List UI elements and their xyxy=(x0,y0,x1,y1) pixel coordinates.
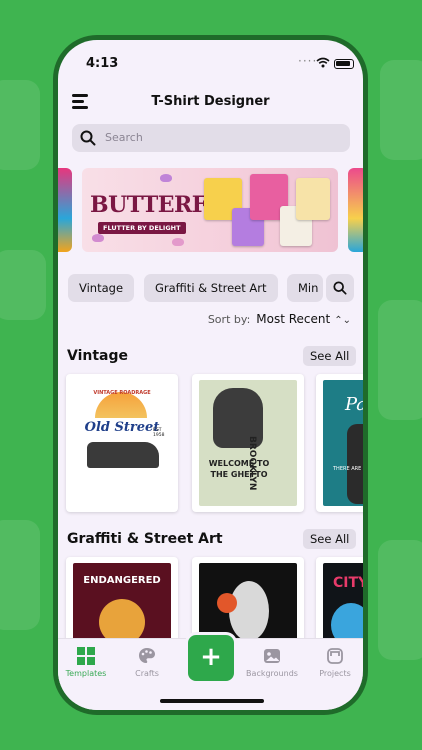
banner-previous[interactable] xyxy=(58,168,72,252)
featured-carousel[interactable]: BUTTERFLY FLUTTER BY DELIGHT xyxy=(58,168,363,252)
tab-label: Projects xyxy=(319,669,351,678)
featured-banner[interactable]: BUTTERFLY FLUTTER BY DELIGHT xyxy=(82,168,338,252)
template-card[interactable]: Pa THERE ARE xyxy=(316,374,363,512)
template-card[interactable]: VINTAGE ROADRAGE Old Street EST 1958 xyxy=(66,374,178,512)
see-all-button[interactable]: See All xyxy=(303,346,357,366)
tab-backgrounds[interactable]: Backgrounds xyxy=(242,647,302,678)
banner-next[interactable] xyxy=(348,168,363,252)
figure-graphic xyxy=(347,424,363,504)
wifi-icon xyxy=(316,57,330,68)
template-thumbnail: BROOKLYN WELCOME TO THE GHETTO xyxy=(199,380,297,506)
home-indicator xyxy=(160,699,264,703)
tab-crafts[interactable]: Crafts xyxy=(117,647,177,678)
search-placeholder: Search xyxy=(105,131,143,144)
tab-label: Crafts xyxy=(135,669,159,678)
page-title: T-Shirt Designer xyxy=(151,94,270,109)
image-icon xyxy=(264,649,280,663)
template-text-sub: EST 1958 xyxy=(153,428,165,438)
butterfly-icon xyxy=(92,234,104,242)
template-thumbnail: Pa THERE ARE xyxy=(323,380,363,506)
template-text-top: VINTAGE ROADRAGE xyxy=(93,390,151,396)
sort-value[interactable]: Most Recent xyxy=(256,312,330,326)
background-sticker xyxy=(0,520,40,630)
statue-graphic xyxy=(229,581,269,641)
template-thumbnail: VINTAGE ROADRAGE Old Street EST 1958 xyxy=(73,380,171,506)
background-sticker xyxy=(380,60,422,160)
template-row: VINTAGE ROADRAGE Old Street EST 1958 BRO… xyxy=(58,374,363,514)
butterfly-icon xyxy=(172,238,184,246)
battery-icon xyxy=(334,59,354,69)
projects-icon xyxy=(327,648,343,664)
tab-label: Templates xyxy=(65,669,107,678)
template-card[interactable]: BROOKLYN WELCOME TO THE GHETTO xyxy=(192,374,304,512)
sort-control[interactable]: Sort by: Most Recent ⌃⌄ xyxy=(208,312,351,326)
search-input[interactable]: Search xyxy=(72,124,350,152)
banner-shirt-preview xyxy=(296,178,330,220)
template-text-main: WELCOME TO THE GHETTO xyxy=(208,459,270,479)
background-sticker xyxy=(378,540,422,660)
tab-label: Backgrounds xyxy=(246,669,298,678)
search-icon xyxy=(80,130,96,146)
template-text-sub: THERE ARE xyxy=(333,466,362,472)
background-sticker xyxy=(378,300,422,420)
truck-graphic xyxy=(87,442,159,468)
background-sticker xyxy=(0,80,40,170)
background-sticker xyxy=(0,250,46,320)
paint-splash-graphic xyxy=(217,593,237,613)
tab-templates[interactable]: Templates xyxy=(58,647,116,678)
template-text-main: CITY xyxy=(333,575,363,591)
app-screen: 4:13 ···· T-Shirt Designer Search BUTTER… xyxy=(58,40,363,710)
tab-projects[interactable]: Projects xyxy=(305,647,363,678)
section-title: Vintage xyxy=(67,348,129,364)
status-time: 4:13 xyxy=(86,56,119,71)
chip-graffiti-street-art[interactable]: Graffiti & Street Art xyxy=(144,274,278,302)
grid-icon xyxy=(77,647,95,665)
phone-frame: 4:13 ···· T-Shirt Designer Search BUTTER… xyxy=(53,35,368,715)
template-text-main: Pa xyxy=(345,394,363,415)
template-text-main: ENDANGERED xyxy=(83,575,161,586)
banner-subtitle: FLUTTER BY DELIGHT xyxy=(98,222,186,234)
chip-vintage[interactable]: Vintage xyxy=(68,274,135,302)
signal-dots-icon: ···· xyxy=(298,54,318,68)
see-all-button[interactable]: See All xyxy=(303,529,357,549)
status-bar: 4:13 ···· xyxy=(58,54,363,74)
category-chips: Vintage Graffiti & Street Art Min xyxy=(68,274,358,302)
section-title: Graffiti & Street Art xyxy=(67,531,223,547)
search-icon xyxy=(333,281,347,295)
sort-label: Sort by: xyxy=(207,313,251,326)
butterfly-icon xyxy=(160,174,172,182)
chevron-updown-icon: ⌃⌄ xyxy=(334,315,351,326)
create-new-button[interactable]: + xyxy=(188,635,234,681)
chip-minimal[interactable]: Min xyxy=(287,274,323,302)
palette-icon xyxy=(139,648,155,663)
chip-search-button[interactable] xyxy=(326,274,354,302)
